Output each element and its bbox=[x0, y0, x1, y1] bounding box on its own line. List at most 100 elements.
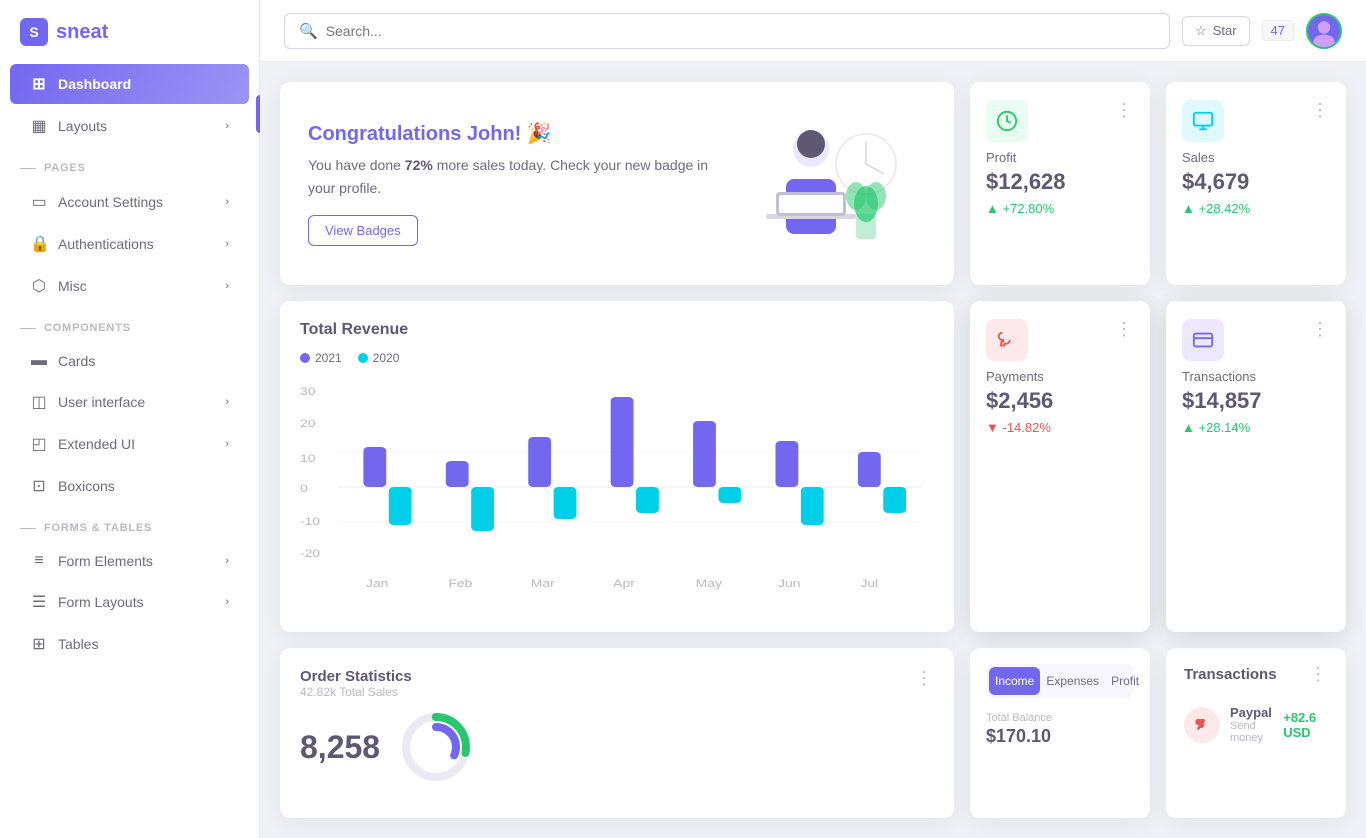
svg-text:-20: -20 bbox=[300, 547, 320, 559]
sidebar-item-tables[interactable]: ⊞ Tables bbox=[10, 624, 249, 664]
congrats-illustration bbox=[726, 114, 926, 254]
legend-dot-2021 bbox=[300, 353, 310, 363]
stat-card-header: ⋮ bbox=[986, 319, 1134, 361]
logo-icon: S bbox=[20, 18, 48, 46]
order-stats-title: Order Statistics bbox=[300, 668, 412, 685]
sidebar-item-label: Cards bbox=[58, 353, 95, 369]
arrow-icon: › bbox=[225, 596, 229, 608]
star-icon: ☆ bbox=[1195, 23, 1207, 39]
order-stats-value: 8,258 bbox=[300, 729, 380, 766]
arrow-icon: › bbox=[225, 196, 229, 208]
tables-icon: ⊞ bbox=[30, 634, 48, 654]
sidebar-item-account-settings[interactable]: ▭ Account Settings › bbox=[10, 182, 249, 222]
revenue-card: Total Revenue 2021 2020 30 20 10 0 bbox=[280, 301, 954, 632]
sidebar-item-dashboard[interactable]: ⊞ Dashboard bbox=[10, 64, 249, 104]
sidebar-item-cards[interactable]: ▬ Cards bbox=[10, 342, 249, 380]
search-input[interactable] bbox=[326, 23, 1155, 39]
transactions-label: Transactions bbox=[1182, 369, 1330, 384]
sidebar-item-extended-ui[interactable]: ◰ Extended UI › bbox=[10, 424, 249, 464]
arrow-icon: › bbox=[225, 396, 229, 408]
boxicons-icon: ⊡ bbox=[30, 476, 48, 496]
order-stats-menu[interactable]: ⋮ bbox=[915, 668, 934, 689]
sidebar-item-form-layouts[interactable]: ☰ Form Layouts › bbox=[10, 582, 249, 622]
transactions-menu-dots[interactable]: ⋮ bbox=[1311, 319, 1330, 340]
view-badges-button[interactable]: View Badges bbox=[308, 215, 418, 246]
sidebar-item-label: Extended UI bbox=[58, 436, 135, 452]
transactions-icon bbox=[1182, 319, 1224, 361]
svg-text:Jul: Jul bbox=[860, 577, 878, 589]
sidebar-item-form-elements[interactable]: ≡ Form Elements › bbox=[10, 542, 249, 580]
stat-card-header: ⋮ bbox=[1182, 319, 1330, 361]
sidebar-item-authentications[interactable]: 🔒 Authentications › bbox=[10, 224, 249, 264]
transactions-stat-card: ⋮ Transactions $14,857 ▲ +28.14% bbox=[1166, 301, 1346, 632]
active-indicator bbox=[256, 95, 260, 133]
cards-icon: ▬ bbox=[30, 352, 48, 370]
arrow-icon: › bbox=[225, 120, 229, 132]
sidebar-item-label: Layouts bbox=[58, 118, 107, 134]
pages-section-label: PAGES bbox=[0, 148, 259, 180]
sidebar-item-label: Account Settings bbox=[58, 194, 163, 210]
svg-text:-10: -10 bbox=[300, 515, 320, 527]
misc-icon: ⬡ bbox=[30, 276, 48, 296]
profit-change: ▲ +72.80% bbox=[986, 201, 1134, 216]
sidebar-item-boxicons[interactable]: ⊡ Boxicons bbox=[10, 466, 249, 506]
search-icon: 🔍 bbox=[299, 22, 318, 40]
profit-up-arrow: ▲ bbox=[986, 201, 999, 216]
order-donut bbox=[396, 707, 476, 787]
sidebar: S sneat ⊞ Dashboard ▦ Layouts › PAGES ▭ … bbox=[0, 0, 260, 838]
transactions-header: Transactions ⋮ bbox=[1184, 664, 1328, 685]
congrats-desc: You have done 72% more sales today. Chec… bbox=[308, 154, 726, 199]
auth-icon: 🔒 bbox=[30, 234, 48, 254]
avatar[interactable] bbox=[1306, 13, 1342, 49]
sidebar-item-label: Form Layouts bbox=[58, 594, 144, 610]
svg-text:30: 30 bbox=[300, 385, 316, 397]
star-count: 47 bbox=[1262, 20, 1294, 41]
arrow-icon: › bbox=[225, 280, 229, 292]
profit-label: Profit bbox=[986, 150, 1134, 165]
svg-text:Feb: Feb bbox=[448, 577, 472, 589]
dashboard-content: Congratulations John! 🎉 You have done 72… bbox=[260, 62, 1366, 838]
transaction-info: Paypal Send money bbox=[1230, 705, 1273, 744]
svg-text:Mar: Mar bbox=[531, 577, 555, 589]
payments-value: $2,456 bbox=[986, 388, 1134, 414]
sidebar-item-label: Form Elements bbox=[58, 553, 153, 569]
sidebar-item-label: Authentications bbox=[58, 236, 154, 252]
transactions-change: ▲ +28.14% bbox=[1182, 420, 1330, 435]
transactions-menu[interactable]: ⋮ bbox=[1309, 664, 1328, 685]
revenue-chart: 30 20 10 0 -10 -20 bbox=[300, 377, 934, 597]
sales-change: ▲ +28.42% bbox=[1182, 201, 1330, 216]
main-content: 🔍 ☆ Star 47 Congratulations John! 🎉 bbox=[260, 0, 1366, 838]
star-button[interactable]: ☆ Star bbox=[1182, 16, 1250, 46]
income-tab[interactable]: Income bbox=[989, 667, 1040, 695]
transactions-value: $14,857 bbox=[1182, 388, 1330, 414]
legend-2020: 2020 bbox=[358, 351, 400, 365]
topbar-right: ☆ Star 47 bbox=[1182, 13, 1342, 49]
congrats-title: Congratulations John! 🎉 bbox=[308, 121, 726, 146]
svg-text:Jan: Jan bbox=[366, 577, 388, 589]
sidebar-item-label: Dashboard bbox=[58, 76, 131, 92]
sidebar-item-user-interface[interactable]: ◫ User interface › bbox=[10, 382, 249, 422]
paypal-icon bbox=[1184, 707, 1220, 743]
transactions-card: Transactions ⋮ Paypal Send money +82.6 U… bbox=[1166, 648, 1346, 818]
svg-text:0: 0 bbox=[300, 482, 308, 494]
avatar-image bbox=[1308, 13, 1340, 49]
app-logo[interactable]: S sneat bbox=[0, 0, 259, 62]
balance-label: Total Balance bbox=[986, 712, 1134, 724]
payments-menu-dots[interactable]: ⋮ bbox=[1115, 319, 1134, 340]
arrow-icon: › bbox=[225, 238, 229, 250]
sidebar-item-layouts[interactable]: ▦ Layouts › bbox=[10, 106, 249, 146]
profit-menu-dots[interactable]: ⋮ bbox=[1115, 100, 1134, 121]
profit-tab[interactable]: Profit bbox=[1105, 667, 1145, 695]
expenses-tab[interactable]: Expenses bbox=[1040, 667, 1105, 695]
ui-icon: ◫ bbox=[30, 392, 48, 412]
revenue-title: Total Revenue bbox=[300, 321, 934, 339]
sales-menu-dots[interactable]: ⋮ bbox=[1311, 100, 1330, 121]
search-box[interactable]: 🔍 bbox=[284, 13, 1170, 49]
transaction-amount: +82.6 USD bbox=[1283, 710, 1328, 740]
sales-card: ⋮ Sales $4,679 ▲ +28.42% bbox=[1166, 82, 1346, 285]
sidebar-item-misc[interactable]: ⬡ Misc › bbox=[10, 266, 249, 306]
svg-text:May: May bbox=[696, 577, 723, 589]
arrow-icon: › bbox=[225, 555, 229, 567]
legend-2021: 2021 bbox=[300, 351, 342, 365]
svg-text:Apr: Apr bbox=[613, 577, 635, 589]
